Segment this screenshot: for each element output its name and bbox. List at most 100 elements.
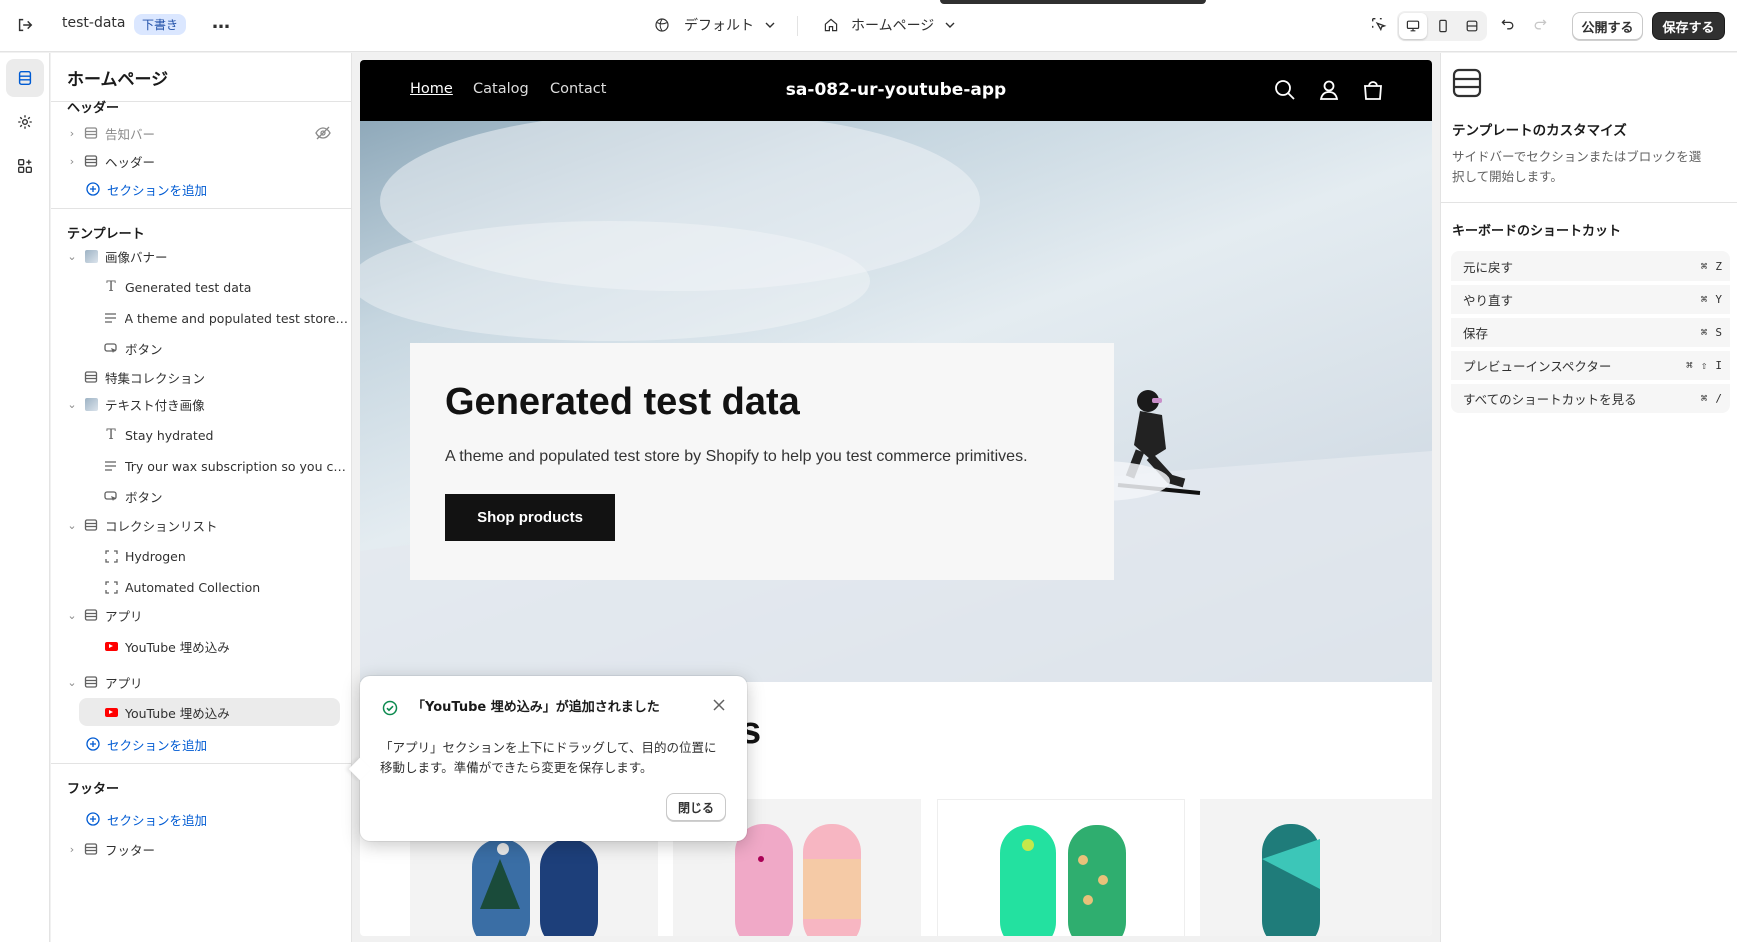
chevron-down-icon[interactable]: ⌄ bbox=[65, 676, 79, 689]
theme-settings-nav-button[interactable] bbox=[6, 103, 44, 141]
chevron-down-icon[interactable]: ⌄ bbox=[65, 519, 79, 532]
chevron-right-icon[interactable]: › bbox=[65, 127, 79, 140]
section-app[interactable]: ⌄ アプリ bbox=[51, 601, 351, 629]
add-section-template-button[interactable]: セクションを追加 bbox=[51, 730, 351, 758]
block-label: YouTube 埋め込み bbox=[125, 639, 230, 655]
section-icon bbox=[83, 607, 99, 623]
block-heading[interactable]: T Stay hydrated bbox=[51, 421, 351, 449]
add-section-header-button[interactable]: セクションを追加 bbox=[51, 175, 351, 203]
left-rail bbox=[0, 53, 50, 942]
section-collection-list[interactable]: ⌄ コレクションリスト bbox=[51, 511, 351, 539]
plus-circle-icon bbox=[85, 736, 101, 752]
panel-title: テンプレートのカスタマイズ bbox=[1452, 123, 1627, 139]
section-announcement-bar[interactable]: › 告知バー bbox=[51, 119, 351, 147]
cart-icon[interactable] bbox=[1362, 79, 1384, 101]
section-label: テキスト付き画像 bbox=[105, 397, 205, 413]
section-footer[interactable]: › フッター bbox=[51, 835, 351, 863]
section-image-with-text[interactable]: ⌄ テキスト付き画像 bbox=[51, 390, 351, 418]
eye-hidden-icon[interactable] bbox=[315, 126, 331, 140]
desktop-view-button[interactable] bbox=[1399, 13, 1427, 39]
theme-select-label: デフォルト bbox=[684, 18, 754, 34]
chevron-down-icon bbox=[765, 22, 775, 28]
block-collection[interactable]: Automated Collection bbox=[51, 573, 351, 601]
more-actions-button[interactable]: … bbox=[212, 12, 230, 33]
add-section-footer-button[interactable]: セクションを追加 bbox=[51, 805, 351, 833]
chevron-down-icon[interactable]: ⌄ bbox=[65, 250, 79, 263]
section-image-banner[interactable]: ⌄ 画像バナー bbox=[51, 242, 351, 270]
product-card[interactable] bbox=[937, 799, 1185, 936]
section-featured-collection[interactable]: 特集コレクション bbox=[51, 363, 351, 391]
block-youtube-embed[interactable]: YouTube 埋め込み bbox=[51, 632, 351, 660]
section-icon bbox=[83, 517, 99, 533]
block-label: A theme and populated test store b... bbox=[124, 310, 352, 326]
save-button[interactable]: 保存する bbox=[1652, 12, 1725, 40]
shortcut-label: 保存 bbox=[1463, 326, 1489, 341]
section-icon bbox=[83, 674, 99, 690]
shop-products-button[interactable]: Shop products bbox=[445, 494, 615, 541]
paragraph-icon bbox=[103, 458, 119, 474]
divider bbox=[797, 16, 798, 36]
image-thumbnail-icon bbox=[83, 396, 99, 412]
block-button[interactable]: ボタン bbox=[51, 334, 351, 362]
hero-subheading: A theme and populated test store by Shop… bbox=[445, 448, 1028, 465]
shortcut-key: ⌘ bbox=[1700, 259, 1708, 273]
block-heading[interactable]: T Generated test data bbox=[51, 273, 351, 301]
section-app[interactable]: ⌄ アプリ bbox=[51, 668, 351, 696]
exit-icon bbox=[18, 18, 33, 32]
desktop-icon bbox=[1406, 20, 1420, 32]
block-text[interactable]: A theme and populated test store b... bbox=[51, 304, 352, 332]
viewport-switcher bbox=[1397, 11, 1487, 41]
section-label: 画像バナー bbox=[105, 249, 168, 265]
section-header[interactable]: › ヘッダー bbox=[51, 147, 351, 175]
snowboard-image bbox=[1262, 824, 1320, 936]
footer-group-heading: フッター bbox=[67, 782, 120, 797]
apps-nav-button[interactable] bbox=[6, 147, 44, 185]
shortcut-row: やり直す ⌘ Y bbox=[1451, 284, 1730, 314]
section-label: ヘッダー bbox=[105, 154, 156, 170]
sidebar-title: ホームページ bbox=[67, 70, 169, 90]
chevron-down-icon[interactable]: ⌄ bbox=[65, 609, 79, 622]
divider bbox=[1441, 202, 1737, 203]
theme-select[interactable]: デフォルト bbox=[654, 15, 776, 35]
block-collection[interactable]: Hydrogen bbox=[51, 542, 351, 570]
gear-icon bbox=[18, 115, 32, 129]
exit-button[interactable] bbox=[16, 16, 34, 34]
mobile-view-button[interactable] bbox=[1429, 13, 1457, 39]
chevron-right-icon[interactable]: › bbox=[65, 843, 79, 856]
fullwidth-view-button[interactable] bbox=[1458, 13, 1486, 39]
top-handle bbox=[940, 0, 1206, 4]
divider bbox=[51, 208, 351, 209]
store-title[interactable]: sa-082-ur-youtube-app bbox=[360, 80, 1432, 100]
redo-button[interactable] bbox=[1532, 16, 1548, 32]
chevron-right-icon[interactable]: › bbox=[65, 155, 79, 168]
block-youtube-embed-selected[interactable]: YouTube 埋め込み bbox=[79, 698, 340, 726]
section-label: 告知バー bbox=[105, 126, 156, 142]
section-icon bbox=[83, 841, 99, 857]
shortcut-row-all[interactable]: すべてのショートカットを見る ⌘ / bbox=[1451, 383, 1730, 413]
page-select[interactable]: ホームページ bbox=[823, 15, 956, 35]
close-icon[interactable] bbox=[712, 698, 726, 712]
product-card[interactable] bbox=[1200, 799, 1432, 936]
publish-button[interactable]: 公開する bbox=[1572, 12, 1643, 40]
cursor-select-icon bbox=[1372, 18, 1387, 32]
section-icon bbox=[83, 153, 99, 169]
section-icon bbox=[83, 125, 99, 141]
chevron-down-icon[interactable]: ⌄ bbox=[65, 398, 79, 411]
home-icon bbox=[824, 18, 838, 32]
collection-frame-icon bbox=[103, 548, 119, 564]
inspector-toggle[interactable] bbox=[1370, 16, 1388, 34]
apps-icon bbox=[18, 159, 32, 173]
shortcut-row: 保存 ⌘ S bbox=[1451, 317, 1730, 347]
block-label: Automated Collection bbox=[125, 579, 261, 595]
sections-nav-button[interactable] bbox=[6, 59, 44, 97]
block-text[interactable]: Try our wax subscription so you ca... bbox=[51, 452, 351, 480]
section-icon bbox=[83, 369, 99, 385]
account-icon[interactable] bbox=[1318, 79, 1340, 101]
block-button[interactable]: ボタン bbox=[51, 482, 351, 510]
text-icon: T bbox=[106, 279, 116, 295]
close-popover-button[interactable]: 閉じる bbox=[666, 793, 726, 821]
add-section-label: セクションを追加 bbox=[107, 812, 208, 828]
sections-sidebar: ホームページ ヘッダー › 告知バー › ヘッダー セクションを追加 テンプレー… bbox=[51, 53, 352, 942]
search-icon[interactable] bbox=[1274, 79, 1296, 101]
undo-button[interactable] bbox=[1500, 16, 1516, 32]
